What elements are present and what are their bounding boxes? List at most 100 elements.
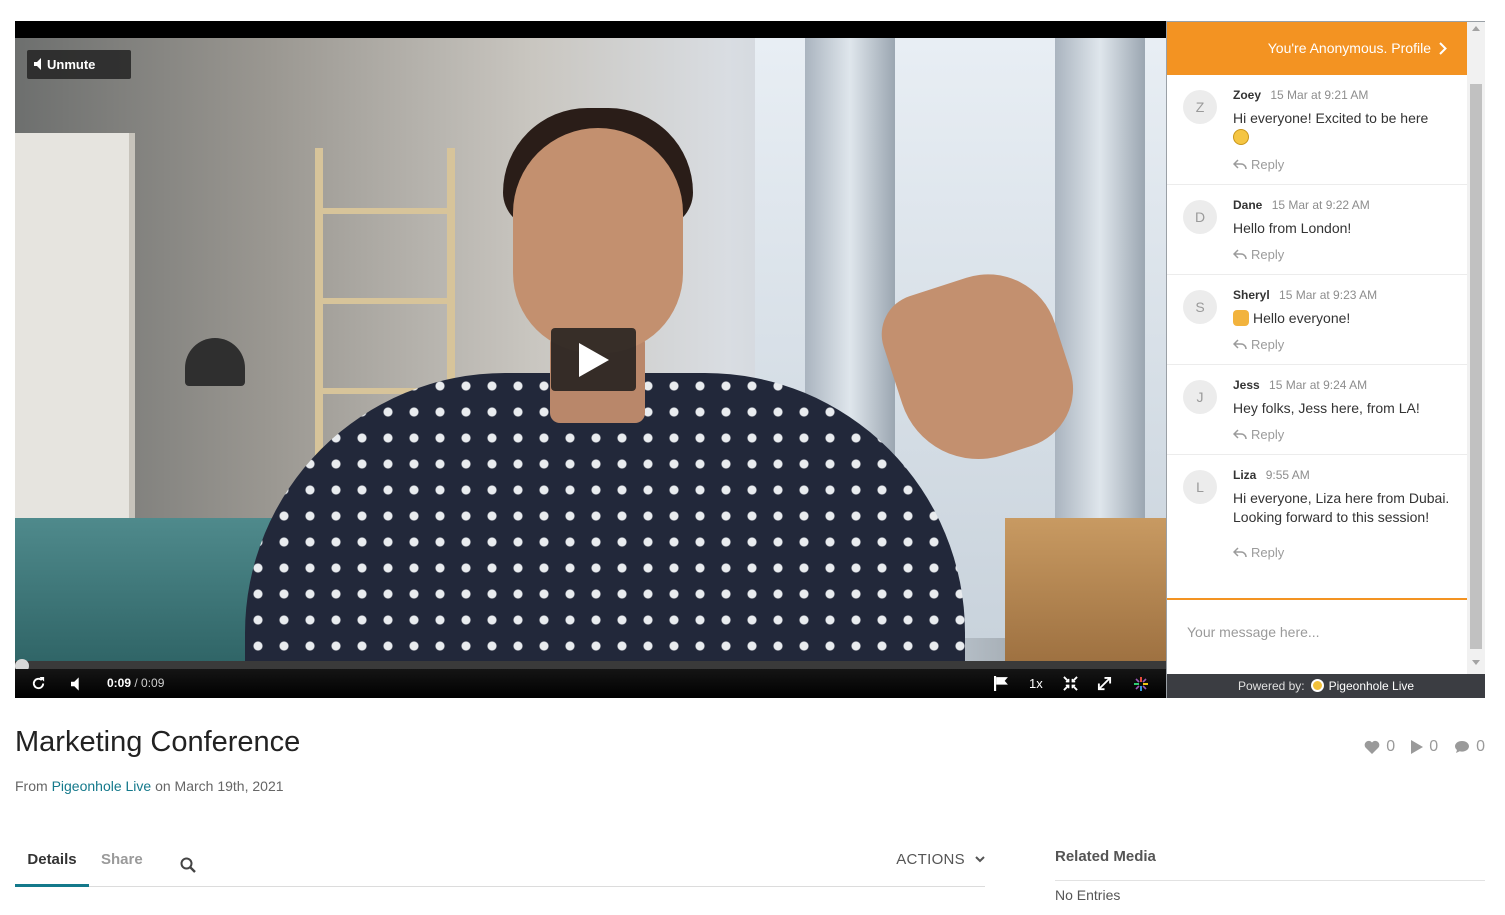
reply-arrow-icon <box>1233 547 1247 558</box>
video-frame[interactable]: Unmute <box>15 38 1166 666</box>
search-icon <box>180 857 196 873</box>
media-stats: 0 0 0 <box>1364 738 1485 756</box>
background-table <box>1005 518 1166 666</box>
waving-hand-emoji-icon <box>1233 310 1249 326</box>
actions-dropdown[interactable]: ACTIONS <box>896 851 985 868</box>
tab-share[interactable]: Share <box>101 845 143 887</box>
avatar: D <box>1183 200 1217 234</box>
avatar: Z <box>1183 90 1217 124</box>
scrollbar-thumb[interactable] <box>1470 84 1482 649</box>
message-author: Sheryl <box>1233 288 1270 302</box>
replay-icon <box>32 676 45 690</box>
chat-message: S Sheryl 15 Mar at 9:23 AM Hello everyon… <box>1167 275 1467 365</box>
message-text: Hey folks, Jess here, from LA! <box>1233 400 1420 416</box>
media-byline: From Pigeonhole Live on March 19th, 2021 <box>15 778 284 794</box>
video-player[interactable]: Unmute 0:09 / 0:09 1x <box>15 21 1166 698</box>
chat-message: Z Zoey 15 Mar at 9:21 AM Hi everyone! Ex… <box>1167 75 1467 185</box>
tab-details[interactable]: Details <box>15 845 89 887</box>
message-text: Hi everyone! Excited to be here <box>1233 110 1429 126</box>
reply-button[interactable]: Reply <box>1233 427 1284 442</box>
message-text: Hello everyone! <box>1253 310 1351 326</box>
play-button[interactable] <box>551 328 636 391</box>
chevron-right-icon <box>1439 42 1447 55</box>
reply-arrow-icon <box>1233 429 1247 440</box>
reply-label: Reply <box>1251 427 1285 442</box>
duration: / 0:09 <box>134 676 165 690</box>
scroll-up-icon[interactable] <box>1472 26 1480 31</box>
flag-icon <box>994 676 1008 691</box>
reply-arrow-icon <box>1233 159 1247 170</box>
media-tabs: Details Share ACTIONS <box>15 845 985 887</box>
volume-muted-icon <box>71 676 79 691</box>
play-count-icon <box>1411 740 1424 754</box>
powered-by-label: Powered by: <box>1237 679 1305 693</box>
unmute-button[interactable]: Unmute <box>27 50 131 79</box>
likes-count: 0 <box>1386 738 1396 755</box>
reply-button[interactable]: Reply <box>1233 157 1284 172</box>
anonymous-profile-label: You're Anonymous. Profile <box>1267 40 1431 56</box>
related-media-heading: Related Media <box>1055 848 1485 881</box>
message-author: Liza <box>1233 468 1257 482</box>
playback-speed-label: 1x <box>1029 676 1043 691</box>
reply-button[interactable]: Reply <box>1233 247 1284 262</box>
play-icon <box>579 343 609 377</box>
message-time: 15 Mar at 9:24 AM <box>1269 378 1368 392</box>
player-top-bar <box>15 21 1166 38</box>
page-title: Marketing Conference <box>15 726 301 758</box>
shrink-icon <box>1063 676 1078 691</box>
chat-message: J Jess 15 Mar at 9:24 AM Hey folks, Jess… <box>1167 365 1467 455</box>
fullscreen-button[interactable] <box>1097 669 1112 698</box>
powered-by-footer: Powered by: Pigeonhole Live <box>1167 674 1485 698</box>
kaltura-logo-button[interactable] <box>1133 669 1149 698</box>
chat-panel: You're Anonymous. Profile Z Zoey 15 Mar … <box>1166 21 1485 698</box>
comments-stat[interactable]: 0 <box>1454 738 1485 756</box>
message-author: Jess <box>1233 378 1260 392</box>
chevron-down-icon <box>975 856 985 863</box>
theater-mode-button[interactable] <box>1063 669 1078 698</box>
reply-arrow-icon <box>1233 339 1247 350</box>
chat-message: L Liza 9:55 AM Hi everyone, Liza here fr… <box>1167 455 1467 575</box>
message-author: Zoey <box>1233 88 1262 102</box>
avatar: J <box>1183 380 1217 414</box>
unmute-label: Unmute <box>47 57 96 72</box>
search-button[interactable] <box>180 857 196 878</box>
publish-date: on March 19th, 2021 <box>155 778 284 794</box>
reply-button[interactable]: Reply <box>1233 337 1284 352</box>
actions-label: ACTIONS <box>896 851 965 868</box>
report-button[interactable] <box>994 669 1009 698</box>
byline-prefix: From <box>15 778 48 794</box>
avatar: S <box>1183 290 1217 324</box>
replay-button[interactable] <box>31 669 46 698</box>
time-display: 0:09 / 0:09 <box>107 669 164 698</box>
anonymous-profile-link[interactable]: You're Anonymous. Profile <box>1167 22 1467 75</box>
reply-arrow-icon <box>1233 249 1247 260</box>
related-media-panel: Related Media No Entries <box>1055 848 1485 903</box>
message-time: 15 Mar at 9:23 AM <box>1279 288 1378 302</box>
message-time: 15 Mar at 9:22 AM <box>1271 198 1370 212</box>
mute-button[interactable] <box>71 669 82 698</box>
reply-label: Reply <box>1251 157 1285 172</box>
chat-scrollbar[interactable] <box>1467 22 1485 674</box>
speaker-icon <box>34 58 41 70</box>
expand-icon <box>1097 676 1112 691</box>
scroll-down-icon[interactable] <box>1472 660 1480 665</box>
message-composer <box>1167 598 1467 674</box>
progress-bar[interactable] <box>15 659 1166 673</box>
likes-stat[interactable]: 0 <box>1364 738 1395 756</box>
comments-count: 0 <box>1476 738 1485 755</box>
smiling-face-emoji-icon <box>1233 129 1249 145</box>
powered-by-brand[interactable]: Pigeonhole Live <box>1329 679 1414 693</box>
current-time: 0:09 <box>107 676 132 690</box>
pigeonhole-logo-icon <box>1310 679 1324 692</box>
reply-label: Reply <box>1251 337 1285 352</box>
comment-icon <box>1455 741 1470 753</box>
background-lamp <box>185 338 245 386</box>
plays-count: 0 <box>1429 738 1439 755</box>
owner-link[interactable]: Pigeonhole Live <box>52 778 152 794</box>
reply-button[interactable]: Reply <box>1233 545 1284 560</box>
chat-message: D Dane 15 Mar at 9:22 AM Hello from Lond… <box>1167 185 1467 275</box>
message-input[interactable] <box>1167 600 1467 664</box>
playback-speed-button[interactable]: 1x <box>1029 669 1043 698</box>
message-time: 15 Mar at 9:21 AM <box>1270 88 1369 102</box>
kaltura-logo-icon <box>1134 676 1148 691</box>
